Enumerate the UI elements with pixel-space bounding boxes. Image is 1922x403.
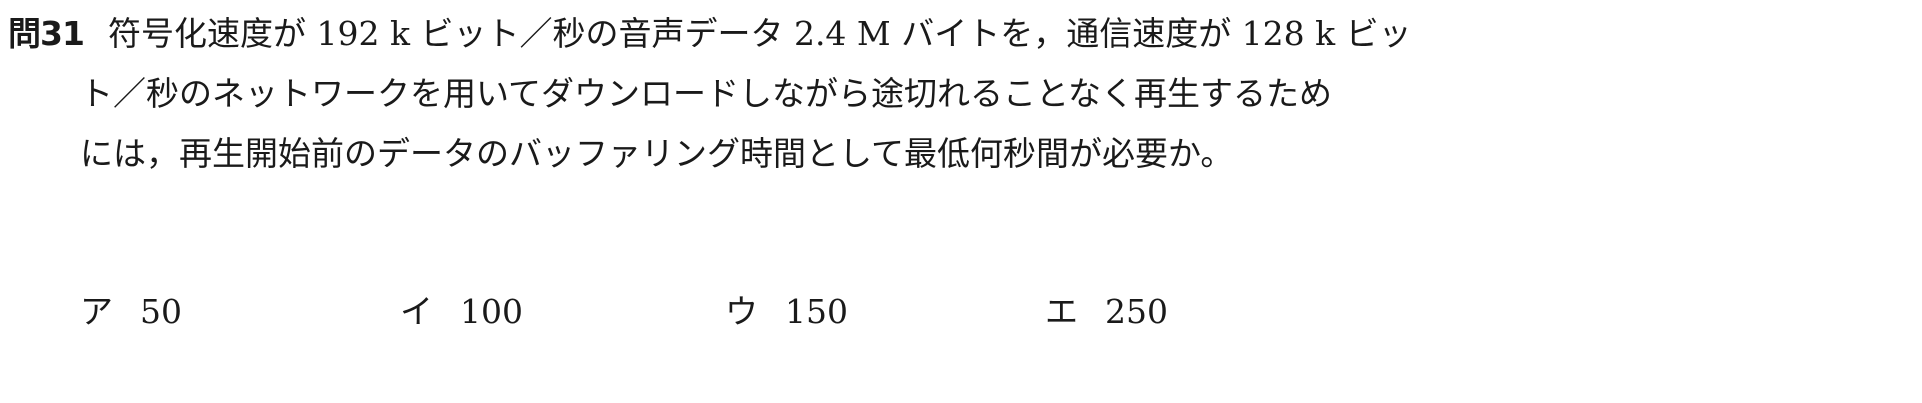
- answer-choice-e[interactable]: エ 250: [1045, 288, 1168, 336]
- choice-value: 250: [1105, 292, 1168, 331]
- choice-mark: イ: [400, 292, 433, 331]
- question-text-line-1: 符号化速度が 192 k ビット／秒の音声データ 2.4 M バイトを，通信速度…: [108, 14, 1412, 53]
- answer-choice-i[interactable]: イ 100: [400, 288, 523, 336]
- choice-mark: エ: [1045, 292, 1078, 331]
- question-text-line-2: ト／秒のネットワークを用いてダウンロードしながら途切れることなく再生するため: [80, 74, 1333, 113]
- choice-mark: ア: [80, 292, 113, 331]
- choice-value: 150: [785, 292, 848, 331]
- choice-mark: ウ: [725, 292, 758, 331]
- question-text-line-3: には，再生開始前のデータのバッファリング時間として最低何秒間が必要か。: [80, 134, 1234, 173]
- choice-value: 100: [460, 292, 523, 331]
- question-number: 問31: [8, 14, 85, 53]
- choice-value: 50: [140, 292, 182, 331]
- exam-question-page: 問31 符号化速度が 192 k ビット／秒の音声データ 2.4 M バイトを，…: [0, 0, 1922, 403]
- answer-choices: ア 50 イ 100 ウ 150 エ 250: [0, 288, 1922, 348]
- answer-choice-a[interactable]: ア 50: [80, 288, 182, 336]
- answer-choice-u[interactable]: ウ 150: [725, 288, 848, 336]
